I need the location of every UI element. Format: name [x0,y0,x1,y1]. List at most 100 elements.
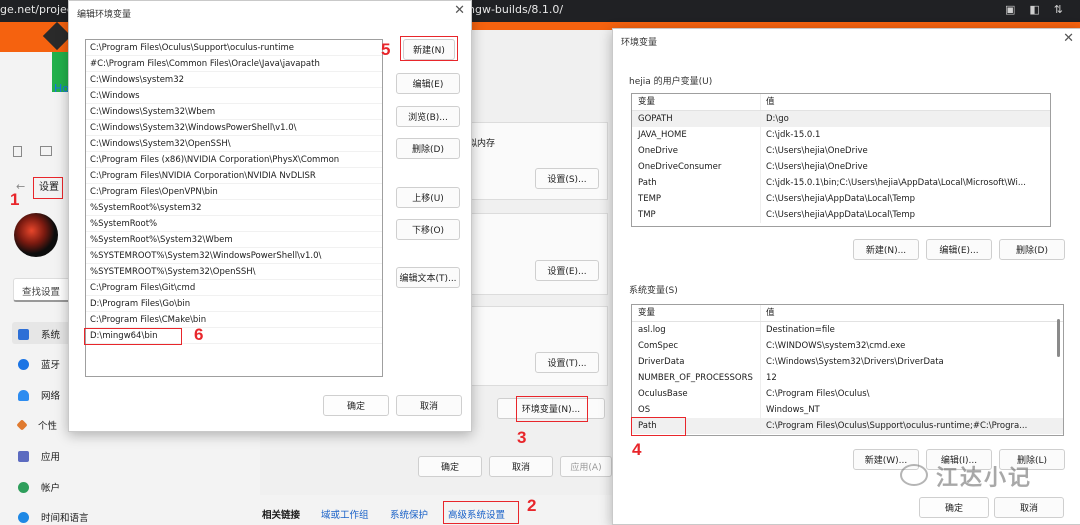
nav-label: 系统 [41,330,61,341]
path-list-item[interactable]: C:\Windows [86,88,382,104]
settings-e-button[interactable]: 设置(E)... [535,260,599,281]
table-row[interactable]: OS Windows_NT [632,402,1063,418]
path-list-item[interactable]: %SystemRoot%\System32\Wbem [86,232,382,248]
edit-cancel-button[interactable]: 取消 [396,395,462,416]
variable-name: JAVA_HOME [638,130,687,140]
advanced-settings-link[interactable]: 高级系统设置 [443,501,519,524]
step-marker-4: 4 [632,440,642,459]
edit-text-button[interactable]: 编辑文本(T)... [396,267,460,288]
move-up-button[interactable]: 上移(U) [396,187,460,208]
table-row[interactable]: OculusBase C:\Program Files\Oculus\ [632,386,1063,402]
nav-item-time-language[interactable]: 时间和语言 [18,510,89,524]
sysprops-ok-button[interactable]: 确定 [418,456,482,477]
table-row[interactable]: DriverData C:\Windows\System32\Drivers\Dr… [632,354,1063,370]
move-down-button[interactable]: 下移(O) [396,219,460,240]
table-row[interactable]: TMP C:\Users\hejia\AppData\Local\Temp [632,207,1050,223]
table-row[interactable]: JAVA_HOME C:\jdk-15.0.1 [632,127,1050,143]
variable-name: NUMBER_OF_PROCESSORS [638,373,753,383]
nav-item-network[interactable]: 网络 [18,388,60,402]
close-icon[interactable]: ✕ [454,3,465,18]
variable-value: C:\Users\hejia\OneDrive [760,159,1050,175]
variable-name: ComSpec [638,341,679,351]
env-vars-dialog: 环境变量 ✕ hejia 的用户变量(U) 变量值 GOPATH D:\go JAV… [612,28,1080,525]
path-list-rows: C:\Program Files\Oculus\Support\oculus-r… [86,40,382,344]
home-crumb[interactable]: Ho [54,82,69,95]
path-list-item[interactable]: D:\Program Files\Go\bin [86,296,382,312]
window-icon[interactable] [40,146,52,156]
path-list-item[interactable]: C:\Program Files\NVIDIA Corporation\NVID… [86,168,382,184]
sysprops-cancel-button[interactable]: 取消 [489,456,553,477]
path-list-item[interactable]: C:\Windows\System32\WindowsPowerShell\v1… [86,120,382,136]
protection-link[interactable]: 系统保护 [390,507,428,521]
path-list-item[interactable]: C:\Windows\System32\OpenSSH\ [86,136,382,152]
edit-ok-button[interactable]: 确定 [323,395,389,416]
path-list-item[interactable]: %SYSTEMROOT%\System32\OpenSSH\ [86,264,382,280]
variable-value: C:\Users\hejia\AppData\Local\Temp [760,191,1050,207]
path-list-item[interactable]: C:\Windows\System32\Wbem [86,104,382,120]
edit-button[interactable]: 编辑(E) [396,73,460,94]
settings-t-button[interactable]: 设置(T)... [535,352,599,373]
variable-name: OS [638,405,651,415]
nav-item-account[interactable]: 帐户 [18,480,60,494]
related-links-bar [250,495,612,525]
address-text-right[interactable]: ngw-builds/8.1.0/ [468,3,563,16]
variable-name: OculusBase [638,389,688,399]
table-row[interactable]: asl.log Destination=file [632,322,1063,338]
path-list-item[interactable]: %SystemRoot%\system32 [86,200,382,216]
browser-icons[interactable]: ▣◧⇅ [1005,3,1077,16]
sysprops-apply-button[interactable]: 应用(A) [560,456,612,477]
env-ok-button[interactable]: 确定 [919,497,989,518]
scrollbar-thumb[interactable] [1057,319,1060,357]
variable-value: C:\jdk-15.0.1\bin;C:\Users\hejia\AppData… [760,175,1050,191]
nav-item-bluetooth[interactable]: 蓝牙 [18,357,60,371]
avatar[interactable] [14,213,58,257]
variable-value: C:\WINDOWS\system32\cmd.exe [760,338,1063,354]
system-vars-rows: asl.log Destination=file ComSpec C:\WINDOWS… [632,322,1063,434]
browse-button[interactable]: 浏览(B)... [396,106,460,127]
settings-s-button[interactable]: 设置(S)... [535,168,599,189]
variable-value: Windows_NT [760,402,1063,418]
table-row[interactable]: OneDriveConsumer C:\Users\hejia\OneDrive [632,159,1050,175]
nav-item-system[interactable]: 系统 [18,327,60,341]
user-new-button[interactable]: 新建(N)... [853,239,919,260]
system-vars-table[interactable]: 变量 值 asl.log Destination=file ComSpec C:\WIN… [631,304,1064,436]
delete-button[interactable]: 删除(D) [396,138,460,159]
user-vars-table[interactable]: 变量值 GOPATH D:\go JAVA_HOME C:\jdk-15.0.1 One… [631,93,1051,227]
table-row[interactable]: NUMBER_OF_PROCESSORS 12 [632,370,1063,386]
table-row[interactable]: Path C:\Program Files\Oculus\Support\ocul… [632,418,1063,434]
path-list-item[interactable]: C:\Program Files\OpenVPN\bin [86,184,382,200]
related-links-label: 相关链接 [262,510,301,521]
path-list-item[interactable]: C:\Windows\system32 [86,72,382,88]
path-list-item[interactable]: C:\Program Files\CMake\bin [86,312,382,328]
table-row[interactable]: Path C:\jdk-15.0.1\bin;C:\Users\hejia\App… [632,175,1050,191]
nav-item-personalize[interactable]: 个性 [16,418,57,432]
variable-value: C:\Program Files\Oculus\Support\oculus-r… [760,418,1063,434]
user-edit-button[interactable]: 编辑(E)... [926,239,992,260]
path-list-item[interactable]: C:\Program Files\Oculus\Support\oculus-r… [86,40,382,56]
watermark-text: 江达小记 [936,466,1033,491]
table-row[interactable]: GOPATH D:\go [632,111,1050,127]
variable-name: TEMP [638,194,662,204]
copy-icon[interactable] [13,146,22,157]
edit-env-dialog: 编辑环境变量 ✕ C:\Program Files\Oculus\Support… [68,0,472,432]
domain-link[interactable]: 域或工作组 [321,507,369,521]
env-cancel-button[interactable]: 取消 [994,497,1064,518]
table-row[interactable]: ComSpec C:\WINDOWS\system32\cmd.exe [632,338,1063,354]
variable-value: C:\Windows\System32\Drivers\DriverData [760,354,1063,370]
path-list-item[interactable]: #C:\Program Files\Common Files\Oracle\Ja… [86,56,382,72]
table-row[interactable]: OneDrive C:\Users\hejia\OneDrive [632,143,1050,159]
address-text-left[interactable]: ge.net/project [0,3,77,16]
close-icon[interactable]: ✕ [1063,31,1074,46]
variable-name: OneDrive [638,146,678,156]
variable-value: Destination=file [760,322,1063,338]
path-list-item[interactable]: C:\Program Files (x86)\NVIDIA Corporatio… [86,152,382,168]
path-list[interactable]: C:\Program Files\Oculus\Support\oculus-r… [85,39,383,377]
path-list-item[interactable]: %SYSTEMROOT%\System32\WindowsPowerShell\… [86,248,382,264]
nav-item-apps[interactable]: 应用 [18,449,60,463]
user-delete-button[interactable]: 删除(D) [999,239,1065,260]
path-list-item[interactable]: C:\Program Files\Git\cmd [86,280,382,296]
path-list-item[interactable]: %SystemRoot% [86,216,382,232]
table-row[interactable]: TEMP C:\Users\hejia\AppData\Local\Temp [632,191,1050,207]
env-dialog-title: 环境变量 [621,38,658,48]
variable-value: C:\jdk-15.0.1 [760,127,1050,143]
